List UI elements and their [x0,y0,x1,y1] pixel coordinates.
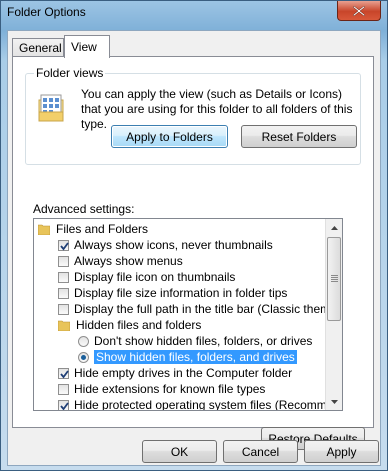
checkmark-icon [60,401,69,410]
tree-item-files-and-folders: Files and Folders [38,221,148,237]
folder-options-window: Folder Options General View Folder views [0,0,388,471]
checkmark-icon [60,241,69,250]
tree-item-dont-show-hidden[interactable]: Don't show hidden files, folders, or dri… [78,333,312,349]
tree-item-display-file-icon[interactable]: Display file icon on thumbnails [58,269,235,285]
tree-item-label-selected: Show hidden files, folders, and drives [94,350,297,364]
tree-item-hide-empty-drives[interactable]: Hide empty drives in the Computer folder [58,365,292,381]
tree-item-always-show-menus[interactable]: Always show menus [58,253,183,269]
ok-button[interactable]: OK [142,440,217,463]
tab-general-label: General [19,41,62,55]
tree-item-display-file-size[interactable]: Display file size information in folder … [58,285,287,301]
folder-icon [38,224,50,235]
tree-item-hide-extensions[interactable]: Hide extensions for known file types [58,381,265,397]
vertical-scrollbar[interactable] [325,219,342,410]
cancel-button[interactable]: Cancel [223,440,298,463]
advanced-settings-label: Advanced settings: [33,202,135,216]
tree-item-label: Don't show hidden files, folders, or dri… [94,334,313,348]
tree-item-label: Display file icon on thumbnails [74,270,236,284]
tree-item-hidden-files-and-folders: Hidden files and folders [58,317,201,333]
tree-item-label: Files and Folders [56,222,149,236]
checkbox-unchecked[interactable] [58,271,69,283]
window-title: Folder Options [7,5,86,19]
close-icon [353,5,365,16]
tree-item-label: Hide extensions for known file types [74,382,266,396]
tree-item-label: Hide empty drives in the Computer folder [74,366,293,380]
checkbox-unchecked[interactable] [58,255,69,267]
tab-general[interactable]: General [12,38,64,57]
close-button[interactable] [337,1,381,21]
folder-views-icon [38,94,64,122]
advanced-settings-tree[interactable]: Files and Folders Always show icons, nev… [33,218,343,411]
tree-item-label: Always show menus [74,254,183,268]
apply-to-folders-button[interactable]: Apply to Folders [111,125,228,148]
tree-item-show-hidden[interactable]: Show hidden files, folders, and drives [78,349,297,365]
tree-item-always-show-icons[interactable]: Always show icons, never thumbnails [58,237,273,253]
dialog-client-area: General View Folder views You can apply … [7,30,381,466]
tree-item-label: Hide protected operating system files (R… [74,398,343,411]
tab-view-label: View [71,40,97,54]
tree-item-label: Display file size information in folder … [74,286,288,300]
scroll-up-arrow-icon[interactable] [326,219,342,236]
checkbox-unchecked[interactable] [58,383,69,395]
checkmark-icon [60,369,69,378]
tree-item-display-full-path[interactable]: Display the full path in the title bar (… [58,301,343,317]
scroll-down-arrow-icon[interactable] [326,393,342,410]
view-tab-panel: Folder views You can apply the view (suc… [12,56,374,450]
apply-button[interactable]: Apply [304,440,379,463]
folder-icon [58,320,70,331]
radio-unselected[interactable] [78,335,89,347]
scrollbar-thumb[interactable] [327,237,341,321]
tree-item-label: Hidden files and folders [76,318,202,332]
tree-item-label: Display the full path in the title bar (… [74,302,343,316]
checkbox-checked[interactable] [58,399,69,410]
folder-views-legend: Folder views [34,66,106,80]
checkbox-checked[interactable] [58,367,69,379]
checkbox-unchecked[interactable] [58,287,69,299]
tree-item-hide-protected-files[interactable]: Hide protected operating system files (R… [58,397,343,411]
radio-selected[interactable] [78,351,89,363]
folder-views-group: Folder views You can apply the view (suc… [25,66,361,165]
checkbox-checked[interactable] [58,239,69,251]
checkbox-unchecked[interactable] [58,303,69,315]
tab-view[interactable]: View [64,35,110,58]
tree-item-label: Always show icons, never thumbnails [74,238,273,252]
reset-folders-button[interactable]: Reset Folders [241,125,357,148]
